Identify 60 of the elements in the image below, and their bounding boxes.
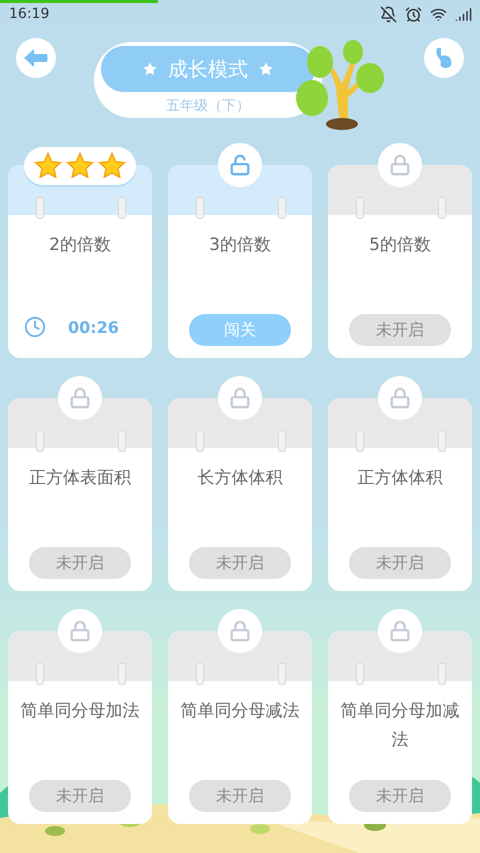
level-title: 5的倍数 [368, 234, 432, 257]
bell-off-icon [380, 6, 397, 22]
binder-clip [118, 197, 126, 219]
back-button[interactable] [16, 38, 56, 78]
binder-clip [36, 430, 44, 452]
unlocked-icon [229, 154, 251, 176]
binder-clip [36, 197, 44, 219]
star-icon [142, 61, 158, 77]
level-title: 简单同分母加法 [20, 700, 140, 723]
level-card[interactable]: 正方体表面积 未开启 [8, 398, 152, 591]
signal-icon [455, 6, 472, 22]
level-title: 正方体表面积 [28, 467, 132, 490]
level-card[interactable]: 正方体体积 未开启 [328, 398, 472, 591]
lock-icon [229, 620, 251, 642]
lock-icon [69, 620, 91, 642]
level-card[interactable]: 长方体体积 未开启 [168, 398, 312, 591]
alarm-icon [405, 6, 422, 22]
status-time: 16:19 [9, 6, 50, 22]
binder-clip [438, 663, 446, 685]
binder-clip [118, 663, 126, 685]
binder-clip [278, 663, 286, 685]
star-icon [258, 61, 274, 77]
lock-icon [389, 387, 411, 409]
binder-clip [356, 430, 364, 452]
grade-label: 五年级（下） [166, 97, 250, 115]
star-icon [33, 151, 63, 181]
binder-clip [356, 197, 364, 219]
level-title: 简单同分母减法 [180, 700, 300, 723]
level-title: 简单同分母加减法 [340, 700, 460, 752]
level-card[interactable]: 简单同分母加法 未开启 [8, 631, 152, 824]
binder-clip [196, 197, 204, 219]
binder-clip [196, 430, 204, 452]
level-title: 2的倍数 [48, 234, 112, 257]
lock-icon [229, 387, 251, 409]
lock-icon [389, 154, 411, 176]
star-icon [97, 151, 127, 181]
clock-icon [24, 316, 46, 338]
back-arrow-icon [24, 49, 48, 67]
level-card[interactable]: 2的倍数 00:26 [8, 165, 152, 358]
lock-icon [389, 620, 411, 642]
star-icon [65, 151, 95, 181]
level-title: 长方体体积 [196, 467, 284, 490]
level-title: 3的倍数 [208, 234, 272, 257]
binder-clip [438, 430, 446, 452]
music-button[interactable] [424, 38, 464, 78]
level-card[interactable]: 5的倍数 未开启 [328, 165, 472, 358]
binder-clip [278, 197, 286, 219]
elapsed-time: 00:26 [68, 318, 119, 336]
binder-clip [36, 663, 44, 685]
lock-icon [69, 387, 91, 409]
page-title: 成长模式 [168, 56, 248, 82]
level-title: 正方体体积 [356, 467, 444, 490]
binder-clip [196, 663, 204, 685]
binder-clip [118, 430, 126, 452]
binder-clip [438, 197, 446, 219]
level-card[interactable]: 简单同分母加减法 未开启 [328, 631, 472, 824]
binder-clip [356, 663, 364, 685]
level-card[interactable]: 3的倍数 闯关 [168, 165, 312, 358]
level-card[interactable]: 简单同分母减法 未开启 [168, 631, 312, 824]
binder-clip [278, 430, 286, 452]
